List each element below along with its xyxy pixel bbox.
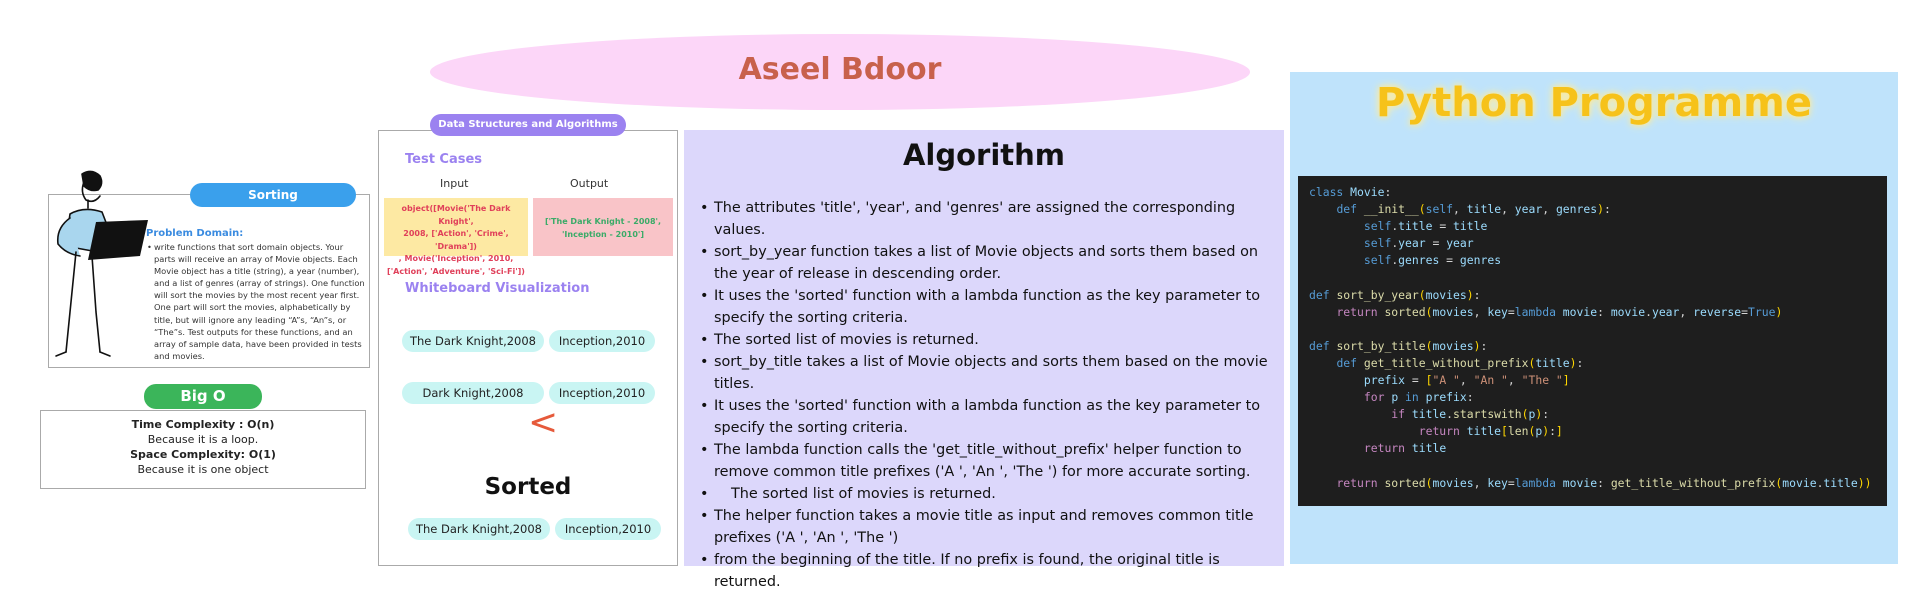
problem-domain-text: • write functions that sort domain objec… [147,241,366,362]
time-complexity-label: Time Complexity : O(n) [131,418,275,431]
algorithm-heading: Algorithm [902,138,1066,172]
test-input-line: 2008, ['Action', 'Crime', 'Drama']) [403,229,509,251]
test-input-line: ['Action', 'Adventure', 'Sci-Fi']) [387,266,525,276]
code-line: def get_title_without_prefix(title): [1336,355,1584,370]
code-line: if title.startswith(p): [1391,407,1550,422]
code-line: prefix = ["A ", "An ", "The "] [1363,373,1570,388]
test-output-box: ['The Dark Knight - 2008', 'Inception - … [533,198,673,256]
code-line: return sorted(movies, key=lambda movie: … [1336,475,1872,490]
algorithm-step: The attributes 'title', 'year', and 'gen… [700,197,1282,241]
sorted-heading: Sorted [484,474,572,500]
algorithm-step: The sorted list of movies is returned. [700,483,1282,505]
algorithm-step: The sorted list of movies is returned. [700,329,1282,351]
time-complexity-reason: Because it is a loop. [147,433,259,446]
sorted-chip: The Dark Knight,2008 [408,518,550,540]
whiteboard-chip: Inception,2010 [549,382,655,404]
code-line: self.title = title [1363,219,1488,234]
code-line: self.year = year [1363,236,1474,251]
code-line: return title[len(p):] [1418,424,1563,439]
code-text: class Movie: def __init__(self, title, y… [1309,184,1871,492]
test-output-line: ['The Dark Knight - 2008', [544,217,662,226]
algorithm-list: The attributes 'title', 'year', and 'gen… [700,197,1282,593]
code-line: self.genres = genres [1363,253,1502,268]
code-line: def __init__(self, title, year, genres): [1336,202,1611,217]
whiteboard-chip: Dark Knight,2008 [402,382,544,404]
code-line: for p in prefix: [1363,390,1474,405]
test-input-line: , Movie('Inception', 2010, [398,254,514,263]
output-label: Output [570,177,609,190]
test-input-box: object([Movie('The Dark Knight', 2008, [… [384,198,528,276]
test-output-line: 'Inception - 2010'] [561,230,645,239]
input-label: Input [440,177,469,190]
algorithm-step: The helper function takes a movie title … [700,505,1282,549]
whiteboard-chip: The Dark Knight,2008 [402,330,544,352]
space-complexity-reason: Because it is one object [137,463,269,476]
dsa-pill: Data Structures and Algorithms [430,114,626,136]
whiteboard-heading: Whiteboard Visualization [405,281,590,296]
algorithm-step: It uses the 'sorted' function with a lam… [700,285,1282,329]
page-title: Aseel Bdoor [738,52,942,87]
test-input-line: object([Movie('The Dark Knight', [401,204,511,226]
code-line: return title [1363,441,1447,456]
person-with-laptop-icon [55,170,148,357]
algorithm-step: from the beginning of the title. If no p… [700,549,1282,593]
bullet-icon: • [147,242,152,252]
code-line: class Movie: [1309,185,1392,199]
sorting-pill: Sorting [190,183,356,207]
big-o-box: Time Complexity : O(n) Because it is a l… [40,410,366,489]
whiteboard-chip: Inception,2010 [549,330,655,352]
code-line: def sort_by_year(movies): [1309,287,1481,302]
big-o-pill: Big O [144,384,262,409]
python-heading: Python Programme [1376,80,1812,126]
test-cases-heading: Test Cases [405,152,483,167]
problem-domain-heading: Problem Domain: [146,228,244,239]
algorithm-step: The lambda function calls the 'get_title… [700,439,1282,483]
space-complexity-label: Space Complexity: O(1) [130,448,276,461]
algorithm-step: sort_by_year function takes a list of Mo… [700,241,1282,285]
problem-domain-description: write functions that sort domain objects… [154,242,365,361]
code-line: return sorted(movies, key=lambda movie: … [1336,304,1783,319]
sorted-chip: Inception,2010 [555,518,661,540]
code-line: def sort_by_title(movies): [1309,338,1488,353]
less-than-symbol: < [528,402,559,443]
algorithm-step: It uses the 'sorted' function with a lam… [700,395,1282,439]
algorithm-step: sort_by_title takes a list of Movie obje… [700,351,1282,395]
